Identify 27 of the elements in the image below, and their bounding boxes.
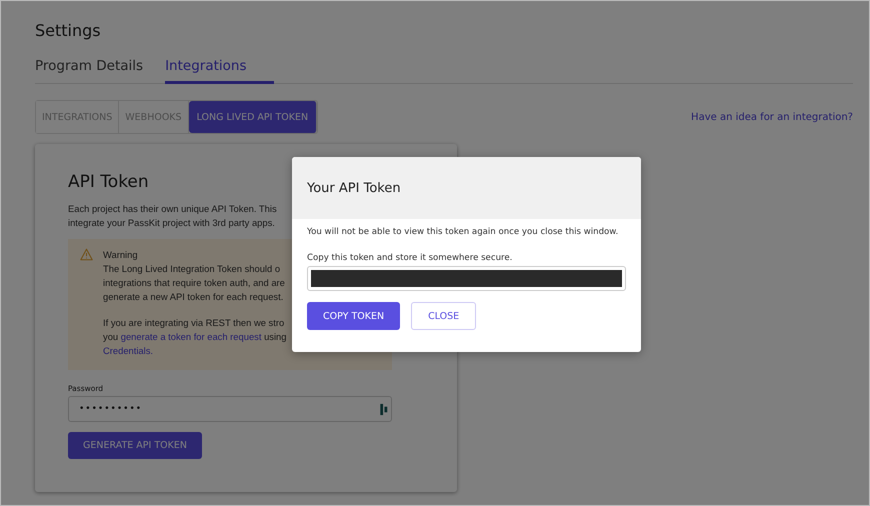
intro-text: Each project has their own unique API Token. This: [68, 202, 278, 216]
card-title: API Token: [68, 172, 149, 192]
token-label: Copy this token and store it somewhere secure.: [307, 253, 514, 263]
dialog-notice: You will not be able to view this token again once you close this window.: [307, 227, 620, 237]
tab[interactable]: Program Details: [35, 58, 144, 84]
generate-api-token-button[interactable]: GENERATE API TOKEN: [68, 432, 202, 459]
copy-token-button[interactable]: COPY TOKEN: [307, 302, 400, 330]
warning-text: you generate a token for each request using: [103, 330, 286, 344]
token-field[interactable]: [307, 266, 626, 291]
tab[interactable]: Integrations: [165, 58, 274, 84]
password-value: ••••••••••: [79, 404, 142, 414]
warning-text: If you are integrating via REST then we stro: [103, 316, 286, 330]
password-field[interactable]: ••••••••••: [68, 396, 392, 422]
warning-text: generate a new API token for each request.: [103, 290, 284, 304]
dialog-title: Your API Token: [307, 180, 401, 196]
credentials-link[interactable]: Credentials.: [103, 345, 154, 356]
warning-text: The Long Lived Integration Token should o: [103, 262, 282, 276]
warning-title: Warning: [103, 248, 139, 262]
subtab[interactable]: LONG LIVED API TOKEN: [188, 101, 318, 133]
password-manager-icon: [380, 402, 388, 416]
page-title: Settings: [35, 21, 102, 42]
idea-link[interactable]: Have an idea for an integration?: [691, 112, 853, 122]
warning-icon: [80, 248, 93, 261]
close-button[interactable]: CLOSE: [411, 302, 476, 330]
intro-text: integrate your PassKit project with 3rd party apps.: [68, 216, 276, 230]
generate-token-link[interactable]: generate a token for each request: [120, 331, 262, 342]
warning-text: integrations that require token auth, and are: [103, 276, 286, 290]
